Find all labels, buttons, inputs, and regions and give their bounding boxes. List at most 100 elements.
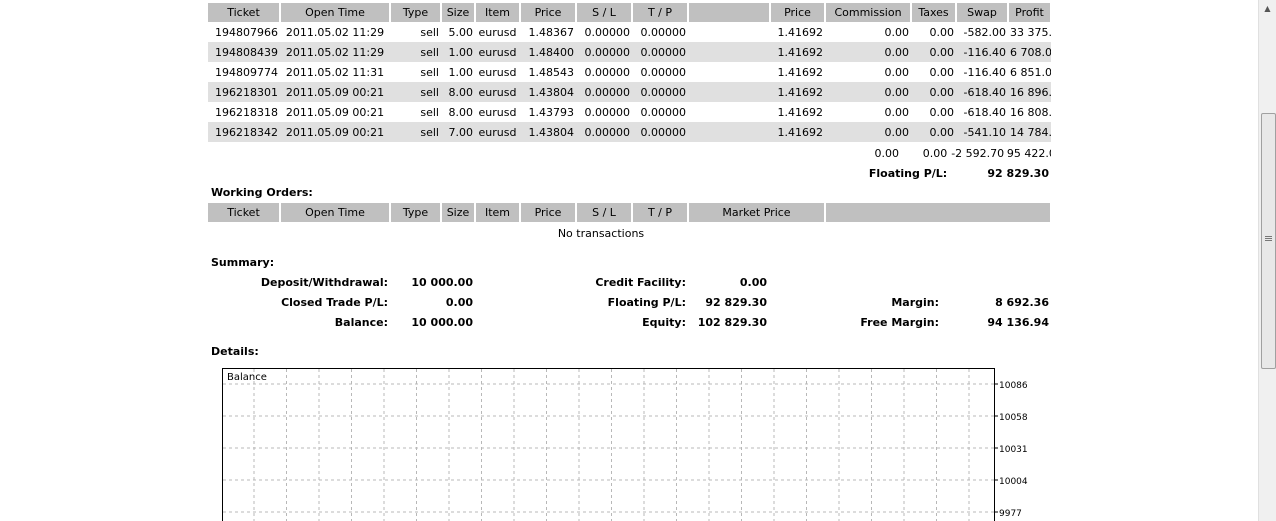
- chart-y-tick-label: 10031: [999, 445, 1028, 455]
- table-cell: 0.00000: [632, 82, 688, 102]
- table-cell: eurusd: [475, 122, 520, 142]
- table-cell: 0.00: [825, 82, 911, 102]
- table-cell: [688, 62, 770, 82]
- header-tp: T / P: [632, 3, 689, 22]
- free-margin-label: Free Margin:: [860, 315, 939, 329]
- total-profit: 95 422.00: [1006, 146, 1051, 160]
- closed-pl-label: Closed Trade P/L:: [281, 295, 388, 309]
- wo-header-price: Price: [520, 203, 577, 222]
- table-cell: 16 808.00: [1008, 102, 1051, 122]
- table-cell: 8.00: [441, 82, 475, 102]
- summary-title: Summary:: [211, 256, 275, 269]
- closed-pl-value: 0.00: [445, 295, 473, 309]
- table-cell: 1.41692: [770, 82, 825, 102]
- table-cell: eurusd: [475, 22, 520, 42]
- table-cell: 1.00: [441, 42, 475, 62]
- free-margin-value: 94 136.94: [987, 315, 1049, 329]
- total-commission: 0.00: [874, 146, 900, 160]
- table-cell: -618.40: [956, 82, 1008, 102]
- total-swap: -2 592.70: [951, 146, 1005, 160]
- table-cell: 0.00: [825, 102, 911, 122]
- table-cell: 0.00: [911, 62, 956, 82]
- table-cell: 2011.05.09 00:21: [280, 122, 390, 142]
- table-cell: 194807966: [208, 22, 280, 42]
- table-cell: eurusd: [475, 82, 520, 102]
- thumb-grip-icon: [1265, 238, 1272, 239]
- table-cell: 1.43804: [520, 82, 576, 102]
- table-row: 196218342 2011.05.09 00:21 sell 7.00 eurusd 1…: [208, 122, 1051, 142]
- table-cell: 33 375.00: [1008, 22, 1051, 42]
- table-row: 194808439 2011.05.02 11:29 sell 1.00 eurusd 1…: [208, 42, 1051, 62]
- table-cell: 1.43793: [520, 102, 576, 122]
- table-cell: 0.00: [825, 42, 911, 62]
- table-cell: [688, 22, 770, 42]
- table-cell: eurusd: [475, 102, 520, 122]
- table-cell: 0.00: [911, 22, 956, 42]
- table-row: 194809774 2011.05.02 11:31 sell 1.00 eurusd 1…: [208, 62, 1051, 82]
- chart-y-ticks: 10086 10058 10031 10004 9977: [994, 381, 1028, 519]
- table-cell: 0.00000: [576, 62, 632, 82]
- table-cell: 0.00: [825, 22, 911, 42]
- table-cell: 1.48400: [520, 42, 576, 62]
- table-cell: 1.41692: [770, 22, 825, 42]
- balance-value: 10 000.00: [411, 315, 473, 329]
- chart-y-tick-label: 10086: [999, 381, 1028, 391]
- table-cell: sell: [390, 42, 441, 62]
- table-cell: 0.00000: [632, 22, 688, 42]
- wo-header-size: Size: [441, 203, 476, 222]
- working-orders-title: Working Orders:: [211, 186, 313, 199]
- header-commission: Commission: [825, 3, 912, 22]
- table-cell: 0.00000: [632, 42, 688, 62]
- table-cell: 194809774: [208, 62, 280, 82]
- no-transactions-text: No transactions: [557, 227, 645, 240]
- floating-pl-value: 92 829.30: [987, 166, 1049, 180]
- chart-y-tick-label: 10058: [999, 413, 1028, 423]
- table-cell: 16 896.00: [1008, 82, 1051, 102]
- table-cell: 1.41692: [770, 102, 825, 122]
- wo-header-type: Type: [390, 203, 442, 222]
- table-cell: 194808439: [208, 42, 280, 62]
- header-blank: [688, 3, 771, 22]
- deposit-value: 10 000.00: [411, 275, 473, 289]
- header-item: Item: [475, 3, 521, 22]
- equity-value: 102 829.30: [697, 315, 767, 329]
- chart-title: Balance: [227, 372, 267, 383]
- scroll-up-arrow-icon[interactable]: ▲: [1259, 0, 1276, 17]
- wo-header-tp: T / P: [632, 203, 689, 222]
- chart-y-tick-label: 9977: [999, 509, 1022, 519]
- thumb-grip-icon: [1265, 236, 1272, 237]
- open-trades-header-row: Ticket Open Time Type Size Item Price S …: [208, 3, 1052, 22]
- credit-label: Credit Facility:: [595, 275, 686, 289]
- vertical-scrollbar[interactable]: ▲: [1258, 0, 1276, 521]
- wo-header-sl: S / L: [576, 203, 633, 222]
- table-cell: 0.00000: [576, 82, 632, 102]
- table-row: 196218301 2011.05.09 00:21 sell 8.00 eurusd 1…: [208, 82, 1051, 102]
- table-cell: 2011.05.09 00:21: [280, 82, 390, 102]
- table-cell: 0.00000: [576, 42, 632, 62]
- margin-label: Margin:: [891, 295, 939, 309]
- table-cell: sell: [390, 62, 441, 82]
- table-cell: -582.00: [956, 22, 1008, 42]
- equity-label: Equity:: [642, 315, 686, 329]
- table-cell: 1.41692: [770, 62, 825, 82]
- table-cell: eurusd: [475, 62, 520, 82]
- table-cell: sell: [390, 22, 441, 42]
- table-cell: [688, 42, 770, 62]
- header-open-time: Open Time: [280, 3, 391, 22]
- table-cell: 1.43804: [520, 122, 576, 142]
- table-cell: 8.00: [441, 102, 475, 122]
- table-cell: 7.00: [441, 122, 475, 142]
- table-cell: 0.00: [911, 102, 956, 122]
- table-cell: eurusd: [475, 42, 520, 62]
- balance-label: Balance:: [334, 315, 388, 329]
- table-cell: 2011.05.09 00:21: [280, 102, 390, 122]
- table-cell: -116.40: [956, 62, 1008, 82]
- scrollbar-thumb[interactable]: [1261, 113, 1276, 369]
- table-cell: sell: [390, 122, 441, 142]
- table-cell: 0.00000: [632, 122, 688, 142]
- table-cell: 0.00000: [576, 122, 632, 142]
- working-orders-table: Ticket Open Time Type Size Item Price S …: [208, 203, 1052, 222]
- header-ticket: Ticket: [208, 3, 281, 22]
- table-cell: 0.00: [911, 122, 956, 142]
- table-row: 194807966 2011.05.02 11:29 sell 5.00 eurusd 1…: [208, 22, 1051, 42]
